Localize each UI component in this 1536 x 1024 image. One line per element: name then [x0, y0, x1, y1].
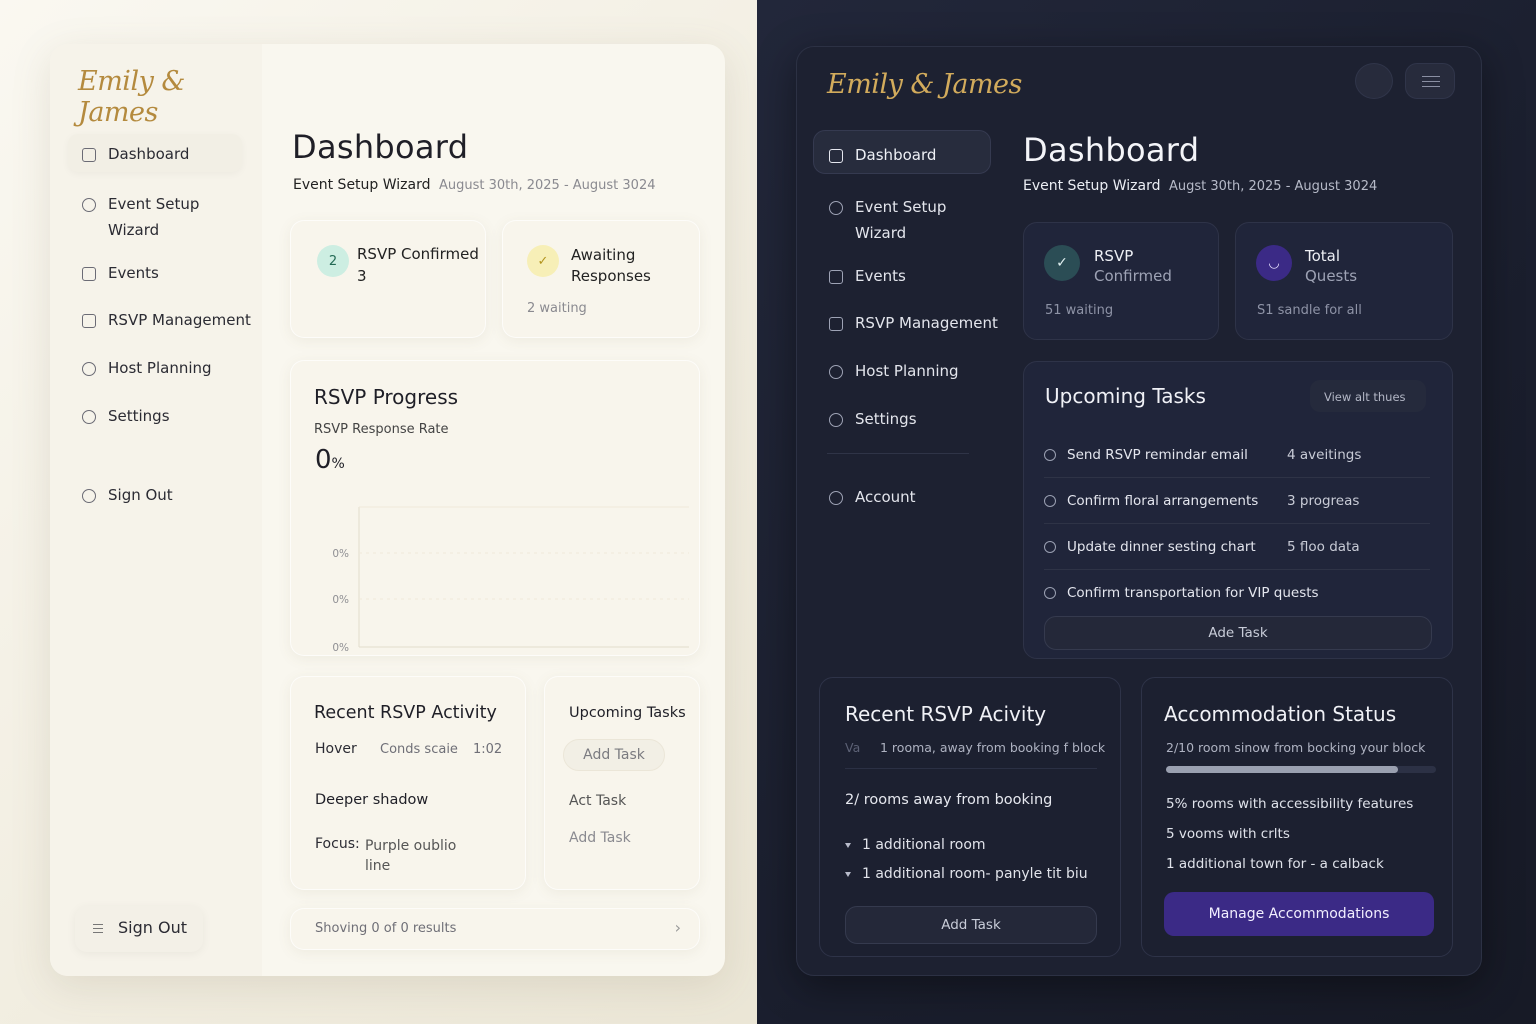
awaiting-responses-card: ✓ Awaiting Responses 2 waiting [502, 220, 700, 338]
checkbox[interactable] [1044, 448, 1056, 461]
square-icon [829, 149, 843, 163]
recent-rsvp-activity-card: Recent RSVP Acivity Va 1 rooma, away fro… [819, 677, 1121, 957]
nav-settings[interactable]: Settings [82, 407, 170, 429]
menu-icon[interactable] [1405, 63, 1455, 99]
nav-event-setup-wizard[interactable]: Event Setup Wizard [82, 195, 199, 243]
planning-icon [829, 365, 843, 379]
nav-event-setup-wizard[interactable]: Event Setup Wizard [829, 198, 946, 246]
nav-host-planning[interactable]: Host Planning [829, 362, 959, 384]
y-tick-label: 0% [332, 594, 349, 606]
checkbox[interactable] [1044, 587, 1056, 599]
add-task-button[interactable]: Ade Task [1044, 616, 1432, 650]
y-tick-label: 0% [332, 642, 349, 654]
wizard-icon [82, 198, 96, 212]
checkbox[interactable] [1044, 494, 1056, 507]
page-title: Dashboard [1023, 131, 1200, 169]
task-row[interactable]: Send RSVP remindar email 4 aveitings [1044, 432, 1430, 478]
list-item: 1 additional room [845, 837, 986, 853]
chevron-right-icon[interactable]: › [675, 918, 681, 937]
menu-icon [93, 924, 103, 933]
calendar-icon [82, 267, 96, 281]
upcoming-tasks-panel: Upcoming Tasks View alt thues Send RSVP … [1023, 361, 1453, 659]
upcoming-tasks-card: Upcoming Tasks Add Task Act Task Add Tas… [544, 676, 700, 890]
planning-icon [82, 362, 96, 376]
total-guests-card: ◡ Total Quests S1 sandle for all [1235, 222, 1453, 340]
task-row[interactable]: Confirm transportation for VIP quests [1044, 570, 1430, 616]
nav-rsvp-management[interactable]: RSVP Management [829, 314, 998, 336]
gear-icon [82, 410, 96, 424]
rsvp-chart: 0%0%0%SepNovNovNov [332, 506, 689, 654]
nav-events[interactable]: Events [82, 264, 159, 286]
add-task-button[interactable]: Add Task [845, 906, 1097, 944]
add-task-link[interactable]: Add Task [569, 830, 631, 846]
task-row[interactable]: Confirm floral arrangements 3 progreas [1044, 478, 1430, 524]
recent-rsvp-activity-card: Recent RSVP Activity Hover Conds scaie 1… [290, 676, 526, 890]
nav-rsvp-management[interactable]: RSVP Management [82, 311, 251, 333]
rsvp-confirmed-card: 2 RSVP Confirmed 3 [290, 220, 486, 338]
nav-settings[interactable]: Settings [829, 410, 917, 432]
act-task-link[interactable]: Act Task [569, 793, 626, 809]
wizard-icon [829, 201, 843, 215]
nav-divider [827, 453, 969, 454]
nav-dashboard[interactable]: Dashboard [82, 145, 189, 167]
calendar-icon [829, 270, 843, 284]
sign-out-button[interactable]: Sign Out [75, 906, 203, 952]
list-item: 1 additional room- panyle tit biu [845, 866, 1088, 882]
nav-host-planning[interactable]: Host Planning [82, 359, 212, 381]
page-subtitle: Event Setup Wizard August 30th, 2025 - A… [293, 177, 656, 193]
results-footer: Shoving 0 of 0 results › [290, 908, 700, 950]
checkbox[interactable] [1044, 540, 1056, 553]
page-subtitle: Event Setup Wizard Augst 30th, 2025 - Au… [1023, 178, 1378, 194]
notification-icon[interactable] [1355, 63, 1393, 99]
light-dashboard-window: Emily & James Dashboard Event Setup Wiza… [50, 44, 725, 976]
user-icon [82, 489, 96, 503]
cup-icon: ◡ [1256, 245, 1292, 281]
progress-bar [1166, 766, 1436, 773]
accommodation-status-card: Accommodation Status 2/10 room sinow fro… [1141, 677, 1453, 957]
view-all-button[interactable]: View alt thues [1310, 380, 1426, 412]
light-sidebar: Emily & James Dashboard Event Setup Wiza… [50, 44, 262, 976]
rsvp-count-badge: 2 [317, 245, 349, 277]
check-icon: ✓ [1044, 245, 1080, 281]
logo: Emily & James [78, 66, 185, 128]
logo: Emily & James [827, 69, 1022, 100]
task-row[interactable]: Update dinner sesting chart 5 floo data [1044, 524, 1430, 570]
nav-account[interactable]: Account [829, 488, 916, 510]
user-icon [829, 491, 843, 505]
add-task-button[interactable]: Add Task [563, 739, 665, 771]
check-icon: ✓ [527, 245, 559, 277]
nav-dashboard[interactable]: Dashboard [829, 146, 936, 168]
rsvp-progress-card: RSVP Progress RSVP Response Rate 0% 0% 0%… [290, 360, 700, 656]
square-icon [82, 148, 96, 162]
manage-accommodations-button[interactable]: Manage Accommodations [1164, 892, 1434, 936]
rsvp-confirmed-card: ✓ RSVP Confirmed 51 waiting [1023, 222, 1219, 340]
dark-dashboard-window: Emily & James Dashboard Event Setup Wiza… [796, 46, 1482, 976]
y-tick-label: 0% [332, 548, 349, 560]
gear-icon [829, 413, 843, 427]
nav-events[interactable]: Events [829, 267, 906, 289]
rsvp-icon [829, 317, 843, 331]
nav-sign-out[interactable]: Sign Out [82, 486, 173, 508]
rsvp-icon [82, 314, 96, 328]
page-title: Dashboard [292, 128, 469, 166]
